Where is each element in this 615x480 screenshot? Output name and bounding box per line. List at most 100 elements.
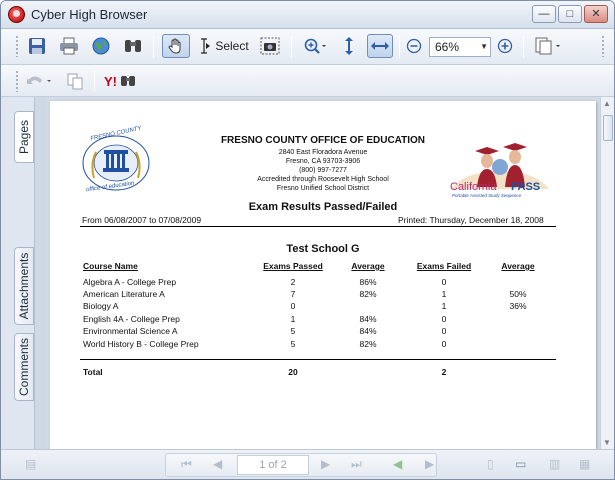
tab-comments[interactable]: Comments: [14, 333, 34, 401]
address-line: (800) 997-7277: [299, 167, 347, 174]
continuous-facing-icon[interactable]: ▦: [579, 457, 590, 471]
zoom-out-button[interactable]: [404, 34, 424, 58]
select-tool-button[interactable]: Select: [195, 34, 253, 58]
zoom-in-button[interactable]: [495, 34, 515, 58]
col-header-failed: Exams Failed: [416, 261, 472, 271]
tab-attachments[interactable]: Attachments: [14, 247, 34, 325]
minus-circle-icon: [406, 38, 422, 54]
cell-failed: 0: [441, 314, 447, 324]
save-button[interactable]: [25, 34, 49, 58]
panel-toggle-icon[interactable]: ▤: [25, 457, 36, 471]
cell-average-passed: 86%: [359, 277, 377, 287]
globe-icon: [92, 37, 110, 55]
tab-pages[interactable]: Pages: [14, 111, 34, 163]
header-divider: [80, 226, 556, 227]
scroll-down-icon[interactable]: ▼: [603, 438, 611, 447]
continuous-page-icon[interactable]: ▭: [515, 457, 526, 471]
col-header-average-failed: Average: [501, 261, 535, 271]
chevron-down-icon: ▼: [480, 42, 488, 51]
zoom-tool-button[interactable]: [299, 34, 331, 58]
cell-passed: 0: [290, 301, 296, 311]
snapshot-button[interactable]: [257, 34, 283, 58]
report-printed-date: Printed: Thursday, December 18, 2008: [398, 215, 544, 225]
cell-average-passed: 82%: [359, 339, 377, 349]
side-panel-splitter[interactable]: [34, 97, 47, 479]
address-line: 2840 East Floradora Avenue: [278, 149, 368, 156]
printer-icon: [60, 37, 78, 55]
cell-failed: 1: [441, 301, 447, 311]
document-page: FRESNO COUNTY office of education Califo…: [50, 101, 596, 449]
fit-height-icon: [345, 37, 353, 55]
fit-width-button[interactable]: [367, 34, 393, 58]
secondary-toolbar: Y!: [1, 65, 614, 97]
scroll-up-icon[interactable]: ▲: [603, 99, 611, 108]
camera-icon: [260, 37, 280, 55]
yahoo-search-button[interactable]: Y!: [103, 69, 139, 93]
app-icon: [8, 6, 25, 23]
copy-button[interactable]: [63, 69, 87, 93]
report-date-range: From 06/08/2007 to 07/08/2009: [82, 215, 202, 225]
single-page-icon[interactable]: ▯: [487, 457, 494, 471]
back-view-icon[interactable]: ◀: [393, 457, 402, 471]
zoom-level-select[interactable]: 66% ▼: [429, 37, 491, 57]
copy-icon: [67, 73, 83, 90]
col-header-average-passed: Average: [351, 261, 385, 271]
toolbar-separator: [153, 36, 154, 58]
toolbar-overflow[interactable]: [601, 35, 605, 57]
web-button[interactable]: [89, 34, 113, 58]
toolbar-grip[interactable]: [15, 70, 19, 92]
save-icon: [29, 38, 45, 54]
cell-failed: 0: [441, 339, 447, 349]
text-cursor-icon: [201, 38, 211, 54]
hand-tool-button[interactable]: [162, 34, 190, 58]
cell-failed: 0: [441, 277, 447, 287]
close-button[interactable]: ✕: [584, 5, 608, 23]
tab-pages-label: Pages: [17, 119, 31, 155]
total-label: Total: [83, 367, 103, 377]
cell-course: Environmental Science A: [83, 326, 178, 336]
last-page-icon[interactable]: ⏭: [351, 457, 362, 472]
cell-course: American Literature A: [83, 289, 165, 299]
col-header-course: Course Name: [83, 261, 138, 271]
toolbar-separator: [523, 36, 524, 58]
find-button[interactable]: [121, 34, 145, 58]
side-panel-tabs: Pages Attachments Comments: [1, 97, 47, 479]
cell-passed: 5: [290, 339, 296, 349]
navigation-bar: ▤ ⏮ ◀ 1 of 2 ▶ ⏭ ◀ ▶ ▯ ▭ ▥ ▦: [1, 449, 614, 479]
pages-icon: [535, 37, 560, 55]
cell-course: Algebra A - College Prep: [83, 277, 177, 287]
vertical-scrollbar[interactable]: ▲ ▼: [600, 97, 614, 449]
maximize-button[interactable]: □: [558, 5, 582, 23]
cell-failed: 1: [441, 289, 447, 299]
binoculars-icon: [125, 40, 141, 52]
next-page-icon[interactable]: ▶: [321, 457, 330, 471]
school-name: Test School G: [286, 243, 360, 255]
previous-page-icon[interactable]: ◀: [213, 457, 222, 471]
cell-average-failed: 36%: [509, 301, 527, 311]
address-line: Fresno Unified School District: [276, 185, 370, 192]
title-bar: Cyber High Browser — □ ✕: [1, 1, 614, 29]
minimize-button[interactable]: —: [532, 5, 556, 23]
undo-button[interactable]: [23, 69, 57, 93]
toolbar-grip[interactable]: [15, 35, 19, 57]
scrollbar-thumb[interactable]: [603, 115, 613, 141]
cell-passed: 2: [290, 277, 296, 287]
svg-text:Y!: Y!: [104, 74, 117, 89]
facing-pages-icon[interactable]: ▥: [549, 457, 560, 471]
tab-comments-label: Comments: [17, 337, 31, 397]
app-window: Cyber High Browser — □ ✕ Select 66% ▼ Y!…: [0, 0, 615, 480]
zoom-level-value: 66%: [435, 40, 460, 54]
page-layout-button[interactable]: [531, 34, 567, 58]
page-number-input[interactable]: 1 of 2: [237, 455, 309, 475]
document-viewport[interactable]: FRESNO COUNTY office of education Califo…: [47, 97, 600, 449]
first-page-icon[interactable]: ⏮: [181, 457, 192, 472]
window-title: Cyber High Browser: [31, 7, 148, 22]
undo-icon: [27, 76, 51, 84]
total-passed: 20: [288, 367, 298, 377]
fit-height-button[interactable]: [339, 34, 359, 58]
print-button[interactable]: [57, 34, 81, 58]
yahoo-binoculars-icon: Y!: [104, 74, 135, 89]
logo-right-tagline: Portable Assisted Study Sequence: [452, 193, 522, 198]
forward-view-icon[interactable]: ▶: [425, 457, 434, 471]
cell-average-failed: 50%: [509, 289, 527, 299]
